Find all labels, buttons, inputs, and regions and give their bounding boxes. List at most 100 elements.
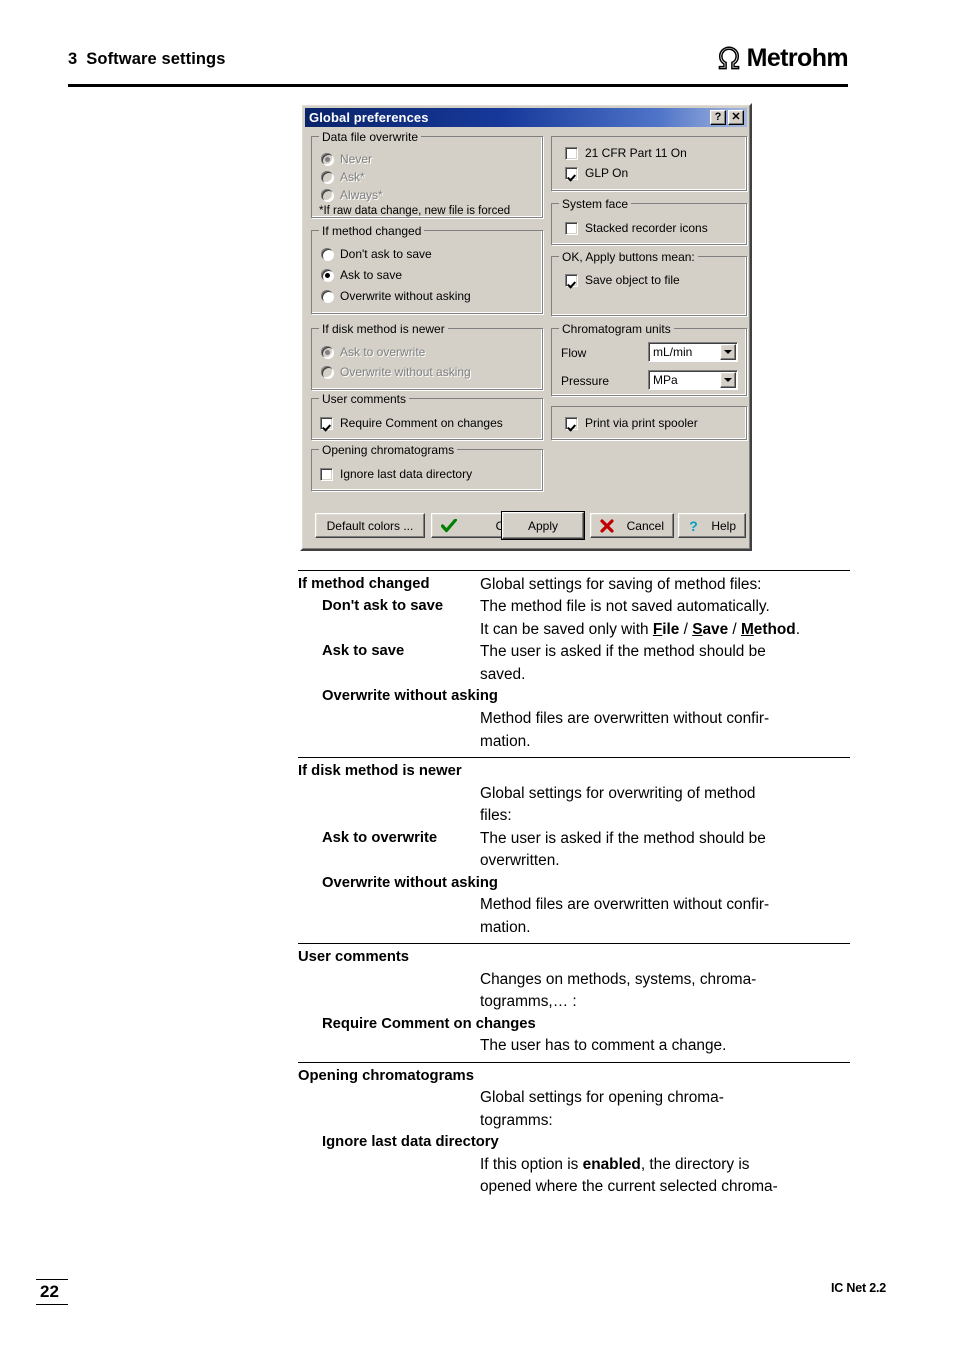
desc-term: Overwrite without asking [322,688,498,705]
help-titlebar-button[interactable]: ? [710,110,726,125]
close-icon[interactable]: ✕ [728,110,744,125]
key-save-rest: ave [702,620,729,638]
key-method-rest: ethod [753,620,796,638]
desc-emphasis: enabled [582,1155,641,1173]
radio-label: Ask to overwrite [340,345,426,359]
desc-row: Opening chromatograms [298,1063,850,1088]
pressure-unit-value: MPa [653,373,678,387]
desc-term: If disk method is newer [298,762,462,779]
desc-line: Method files are overwritten without con… [480,710,770,728]
desc-line: overwritten. [480,852,560,870]
desc-definition: If this option is enabled, the directory… [480,1154,850,1199]
blue-question-icon: ? [688,519,699,533]
checkbox-print-via-print-spooler[interactable]: Print via print spooler [565,416,698,430]
radio-overwrite-without-asking[interactable]: Overwrite without asking [321,289,471,303]
radio-always[interactable]: Always* [321,188,383,202]
checkbox-indicator [565,146,578,160]
page-title: 3 Software settings [68,50,226,69]
separator: / [728,620,741,638]
product-name: IC Net 2.2 [831,1281,886,1295]
desc-definition: Method files are overwritten without con… [480,708,850,753]
desc-line: Global settings for opening chroma- [480,1089,724,1107]
checkbox-21-cfr-part-11-on[interactable]: 21 CFR Part 11 On [565,146,687,160]
red-x-icon [600,518,614,533]
flow-unit-select[interactable]: mL/min [648,342,738,362]
checkbox-indicator [565,416,578,430]
desc-term: Don't ask to save [322,598,444,615]
desc-row: Ask to save The user is asked if the met… [298,641,850,686]
desc-row: If this option is enabled, the directory… [298,1154,850,1203]
checkbox-indicator [320,467,333,481]
radio-never[interactable]: Never [321,152,372,166]
desc-section-opening-chromatograms: Opening chromatograms Global settings fo… [298,1061,850,1203]
checkbox-glp-on[interactable]: GLP On [565,166,628,180]
apply-button[interactable]: Apply [501,511,585,540]
group-title-if-method-changed: If method changed [319,224,425,238]
desc-line: Method files are overwritten without con… [480,896,770,914]
radio-ask[interactable]: Ask* [321,170,365,184]
page-number: 22 [36,1279,68,1305]
desc-term: Ask to overwrite [322,829,438,846]
checkbox-save-object-to-file[interactable]: Save object to file [565,273,680,287]
desc-row: Overwrite without asking [298,873,850,895]
checkbox-label: Require Comment on changes [340,416,503,430]
desc-row: Changes on methods, systems, chroma- tog… [298,969,850,1014]
metrohm-logo: Metrohm [714,45,849,71]
desc-row: Global settings for opening chroma- togr… [298,1087,850,1132]
radio-label: Ask* [340,170,365,184]
radio-indicator [321,346,333,358]
radio-ask-to-overwrite[interactable]: Ask to overwrite [321,345,425,359]
dialog-titlebar[interactable]: Global preferences ? ✕ [305,108,747,127]
desc-definition: Global settings for opening chroma- togr… [480,1087,850,1132]
svg-text:?: ? [689,519,698,533]
desc-line: The user is asked if the method should b… [480,829,766,847]
desc-term: Ignore last data directory [322,1134,499,1151]
dialog-title: Global preferences [309,110,429,125]
key-save: S [692,620,703,638]
desc-row: Ask to overwrite The user is asked if th… [298,828,850,873]
cancel-button[interactable]: Cancel [590,513,674,538]
desc-term: If method changed [298,576,430,592]
group-compliance [551,136,747,191]
desc-term: User comments [298,949,410,966]
note-text: *If raw data change, new file is forced [319,205,511,217]
radio-ask-to-save[interactable]: Ask to save [321,268,402,282]
button-label: Default colors ... [326,518,414,533]
checkbox-stacked-recorder-icons[interactable]: Stacked recorder icons [565,221,708,235]
desc-term: Opening chromatograms [298,1067,474,1084]
desc-line: Changes on methods, systems, chroma- [480,970,757,988]
desc-term: Ask to save [322,643,405,660]
checkbox-indicator [565,221,578,235]
desc-definition: Global settings for saving of method fil… [480,576,762,593]
checkbox-label: Save object to file [585,273,680,287]
radio-indicator [321,366,333,378]
desc-line: The user is asked if the method should b… [480,643,766,661]
group-if-disk-method-newer: If disk method is newer [311,322,543,390]
radio-indicator [321,189,333,201]
default-colors-button[interactable]: Default colors ... [315,513,425,538]
desc-definition: Changes on methods, systems, chroma- tog… [480,969,850,1014]
desc-line: opened where the current selected chroma… [480,1178,778,1196]
desc-row: If disk method is newer [298,758,850,783]
radio-disk-overwrite-without-asking[interactable]: Overwrite without asking [321,365,471,379]
desc-row: User comments [298,944,850,969]
chevron-down-icon[interactable] [720,372,736,388]
checkbox-label: GLP On [585,166,629,180]
pressure-unit-select[interactable]: MPa [648,370,738,390]
chevron-down-icon[interactable] [720,344,736,360]
radio-dont-ask-to-save[interactable]: Don't ask to save [321,247,432,261]
desc-row: The user has to comment a change. [298,1035,850,1061]
key-method: M [740,620,754,638]
checkbox-indicator [565,166,578,180]
desc-line: togramms: [480,1111,553,1129]
flow-unit-value: mL/min [653,345,693,359]
radio-label: Ask to save [340,268,403,282]
desc-row: Don't ask to save The method file is not… [298,596,850,641]
radio-label: Always* [340,188,383,202]
radio-indicator [321,153,333,165]
group-title-data-file-overwrite: Data file overwrite [319,130,422,144]
checkbox-require-comment-on-changes[interactable]: Require Comment on changes [320,416,503,430]
checkbox-ignore-last-data-directory[interactable]: Ignore last data directory [320,467,472,481]
global-preferences-dialog: Global preferences ? ✕ Data file overwri… [300,103,752,551]
help-button[interactable]: ? Help [678,513,746,538]
